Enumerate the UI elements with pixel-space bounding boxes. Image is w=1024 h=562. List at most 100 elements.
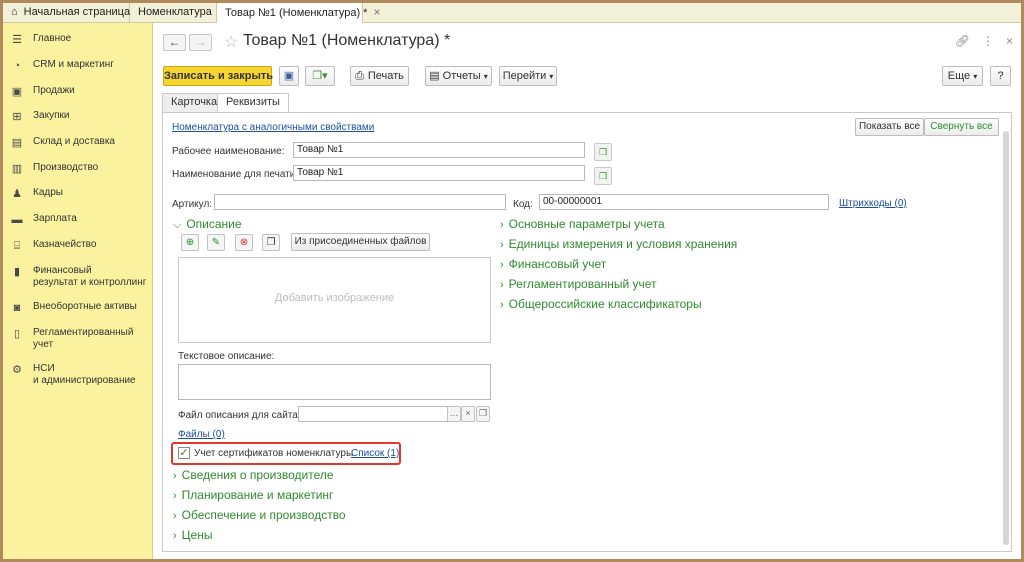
- sidebar-item-finance[interactable]: ▮ Финансовый результат и контроллинг: [3, 265, 153, 289]
- plus-circle-icon: ⊕: [185, 237, 195, 248]
- sidebar-item-admin[interactable]: ⚙ НСИ и администрирование: [3, 363, 153, 387]
- group-financial[interactable]: › Финансовый учет: [500, 257, 606, 271]
- sidebar-item-label: Главное: [33, 33, 72, 44]
- sidebar-item-regulated[interactable]: ▯ Регламентированный учет: [3, 327, 153, 351]
- bar-chart-icon: ▮: [13, 266, 21, 278]
- vertical-scrollbar[interactable]: [1003, 131, 1009, 545]
- image-area[interactable]: Добавить изображение: [178, 257, 491, 343]
- sidebar-item-treasury[interactable]: ⌸ Казначейство: [3, 239, 153, 252]
- copy-icon[interactable]: ❐: [594, 167, 612, 185]
- sidebar-item-label: Зарплата: [33, 213, 77, 224]
- sidebar-item-salary[interactable]: ▬ Зарплата: [3, 213, 153, 226]
- open-image-button[interactable]: ❐: [262, 234, 280, 251]
- group-prices[interactable]: › Цены: [173, 528, 212, 542]
- more-button[interactable]: Еще ▾: [942, 66, 983, 86]
- sidebar-item-label: Продажи: [33, 85, 75, 96]
- certificates-list-link[interactable]: Список (1): [351, 448, 399, 459]
- chevron-right-icon: ›: [500, 279, 504, 291]
- collapse-all-button[interactable]: Свернуть все: [924, 118, 999, 136]
- star-icon[interactable]: ☆: [224, 32, 238, 52]
- sidebar-item-fixed-assets[interactable]: ◙ Внеоборотные активы: [3, 301, 153, 314]
- chevron-down-icon: ▾: [549, 72, 554, 81]
- description-group[interactable]: ⌵ Описание: [173, 217, 242, 232]
- floppy-icon: ▣: [283, 70, 295, 82]
- select-file-button[interactable]: …: [447, 406, 461, 422]
- assets-icon: ◙: [13, 302, 21, 314]
- tab-requisites[interactable]: Реквизиты: [217, 93, 289, 113]
- more-vertical-icon[interactable]: ⋮: [982, 34, 994, 48]
- group-units[interactable]: › Единицы измерения и условия хранения: [500, 237, 737, 251]
- save-close-button[interactable]: Записать и закрыть: [163, 66, 273, 86]
- tab-nomenclature[interactable]: Номенклатура: [130, 3, 217, 23]
- arrow-left-icon: ←: [168, 35, 181, 49]
- print-label: Печать: [367, 70, 404, 82]
- from-files-button[interactable]: Из присоединенных файлов: [291, 233, 430, 251]
- print-button[interactable]: ⎙ Печать: [350, 66, 409, 86]
- clear-file-button[interactable]: ×: [461, 406, 475, 422]
- sidebar-item-main[interactable]: ☰ Главное: [3, 33, 153, 46]
- copy-icon[interactable]: ❐: [594, 143, 612, 161]
- save-button[interactable]: ▣: [279, 66, 299, 86]
- create-based-button[interactable]: ❐▾: [305, 66, 335, 86]
- home-icon: ⌂: [11, 6, 18, 18]
- site-file-field[interactable]: [298, 406, 448, 422]
- close-icon[interactable]: ×: [373, 5, 380, 19]
- open-file-button[interactable]: ❐: [476, 406, 490, 422]
- report-icon: ▤: [429, 70, 440, 82]
- reports-button[interactable]: ▤ Отчеты ▾: [425, 66, 492, 86]
- text-description-field[interactable]: [178, 364, 491, 400]
- group-supply[interactable]: › Обеспечение и производство: [173, 508, 346, 522]
- group-label: Финансовый учет: [508, 257, 607, 271]
- goto-label: Перейти: [502, 70, 547, 82]
- print-name-label: Наименование для печати:: [172, 169, 299, 180]
- chevron-right-icon: ›: [173, 530, 177, 542]
- gear-icon: ⚙: [12, 364, 22, 376]
- link-icon[interactable]: 🔗︎: [955, 34, 970, 48]
- chevron-right-icon: ›: [173, 490, 177, 502]
- files-link[interactable]: Файлы (0): [178, 429, 225, 440]
- chevron-right-icon: ›: [500, 259, 504, 271]
- group-regulated[interactable]: › Регламентированный учет: [500, 277, 657, 291]
- chevron-down-icon: ⌵: [173, 219, 182, 231]
- close-icon[interactable]: ×: [1006, 34, 1013, 48]
- sidebar-item-warehouse[interactable]: ▤ Склад и доставка: [3, 136, 153, 149]
- delete-circle-icon: ⊗: [239, 237, 249, 248]
- article-field[interactable]: [214, 194, 506, 210]
- work-name-label: Рабочее наименование:: [172, 146, 285, 157]
- print-name-field[interactable]: Товар №1: [293, 165, 585, 181]
- tab-home[interactable]: ⌂ Начальная страница: [3, 3, 130, 23]
- edit-image-button[interactable]: ✎: [207, 234, 225, 251]
- back-button[interactable]: ←: [163, 34, 186, 51]
- similar-props-link[interactable]: Номенклатура с аналогичными свойствами: [172, 122, 374, 133]
- add-image-placeholder: Добавить изображение: [274, 292, 395, 304]
- certificates-checkbox[interactable]: ✓: [178, 447, 190, 459]
- group-planning[interactable]: › Планирование и маркетинг: [173, 488, 333, 502]
- group-main-params[interactable]: › Основные параметры учета: [500, 217, 665, 231]
- code-field[interactable]: 00-00000001: [539, 194, 829, 210]
- group-manufacturer[interactable]: › Сведения о производителе: [173, 468, 334, 482]
- forward-button[interactable]: →: [189, 34, 212, 51]
- reports-label: Отчеты: [442, 70, 481, 82]
- add-image-button[interactable]: ⊕: [181, 234, 199, 251]
- show-all-button[interactable]: Показать все: [855, 118, 924, 136]
- group-classifiers[interactable]: › Общероссийские классификаторы: [500, 297, 702, 311]
- work-name-field[interactable]: Товар №1: [293, 142, 585, 158]
- sidebar-item-purchases[interactable]: ⊞ Закупки: [3, 110, 153, 123]
- sidebar-item-production[interactable]: ▥ Производство: [3, 162, 153, 175]
- sidebar-item-hr[interactable]: ♟ Кадры: [3, 187, 153, 200]
- code-label: Код:: [513, 199, 533, 210]
- sidebar-item-sales[interactable]: ▣ Продажи: [3, 85, 153, 98]
- barcodes-link[interactable]: Штрихкоды (0): [839, 198, 907, 209]
- delete-image-button[interactable]: ⊗: [235, 234, 253, 251]
- sidebar-item-crm[interactable]: ◔ CRM и маркетинг: [3, 59, 153, 72]
- page-title: Товар №1 (Номенклатура) *: [243, 32, 451, 49]
- person-icon: ♟: [12, 188, 22, 200]
- help-button[interactable]: ?: [990, 66, 1011, 86]
- requisites-panel: Номенклатура с аналогичными свойствами П…: [162, 112, 1012, 552]
- sidebar-item-label: Казначейство: [33, 239, 97, 250]
- goto-button[interactable]: Перейти ▾: [499, 66, 557, 86]
- tab-product[interactable]: Товар №1 (Номенклатура) * ×: [217, 3, 380, 24]
- chevron-right-icon: ›: [173, 510, 177, 522]
- certificates-label: Учет сертификатов номенклатуры: [194, 448, 354, 459]
- arrow-right-icon: →: [194, 35, 207, 49]
